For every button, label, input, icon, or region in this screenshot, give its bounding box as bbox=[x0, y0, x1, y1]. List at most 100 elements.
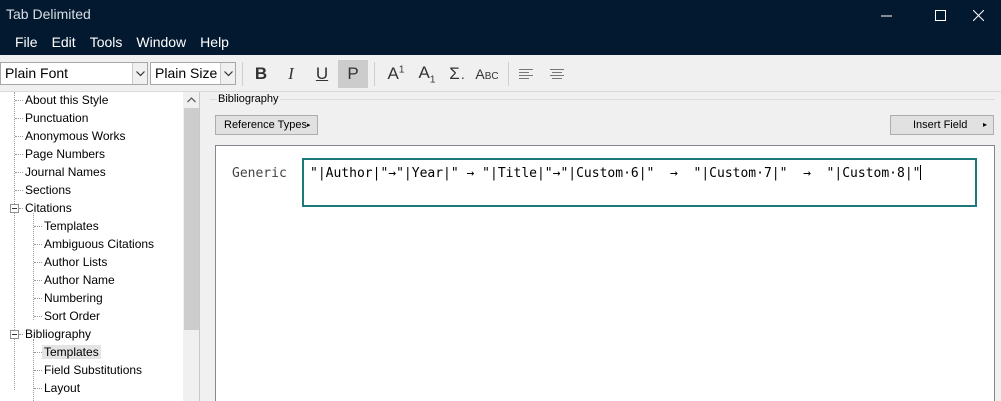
superscript-icon: A1 bbox=[387, 64, 405, 83]
tree-item-about-this-style[interactable]: About this Style bbox=[25, 92, 108, 109]
toolbar-separator bbox=[242, 62, 243, 86]
collapse-bibliography-icon[interactable] bbox=[10, 330, 19, 339]
collapse-citations-icon[interactable] bbox=[10, 204, 19, 213]
menu-file[interactable]: File bbox=[8, 30, 45, 55]
subscript-button[interactable]: A1 bbox=[412, 60, 442, 88]
tree-item-numbering[interactable]: Numbering bbox=[44, 289, 103, 307]
style-tree: About this Style Punctuation Anonymous W… bbox=[0, 92, 200, 401]
tree-item-punctuation[interactable]: Punctuation bbox=[25, 109, 88, 127]
menu-edit[interactable]: Edit bbox=[45, 30, 83, 55]
align-center-icon bbox=[550, 69, 564, 79]
subscript-icon: A1 bbox=[418, 62, 436, 86]
toolbar-separator bbox=[508, 62, 509, 86]
tree-connector bbox=[15, 118, 23, 119]
italic-icon: I bbox=[288, 64, 294, 83]
tree-connector bbox=[34, 388, 42, 389]
tree-scrollbar[interactable] bbox=[183, 92, 199, 401]
caret-right-icon: ▸ bbox=[306, 122, 311, 129]
bibliography-panel: Bibliography Reference Types▸ Insert Fie… bbox=[206, 92, 1001, 401]
tree-item-bibliography-templates[interactable]: Templates bbox=[42, 343, 101, 361]
tree-connector bbox=[15, 136, 23, 137]
tree-connector bbox=[34, 262, 42, 263]
size-dropdown-button[interactable] bbox=[220, 63, 235, 84]
tree-item-field-substitutions[interactable]: Field Substitutions bbox=[44, 361, 142, 379]
tree-connector bbox=[34, 316, 42, 317]
tree-connector bbox=[19, 208, 23, 209]
close-icon bbox=[972, 9, 984, 21]
symbol-button[interactable]: Σ. bbox=[442, 60, 472, 88]
size-select-value: Plain Size bbox=[155, 65, 218, 81]
tree-item-citations-templates[interactable]: Templates bbox=[44, 217, 99, 235]
align-left-icon bbox=[519, 69, 533, 79]
group-title: Bibliography bbox=[217, 93, 280, 105]
minimize-icon bbox=[880, 15, 892, 16]
underline-icon: U bbox=[315, 64, 329, 83]
plain-icon: P bbox=[347, 64, 359, 83]
group-divider bbox=[210, 99, 995, 100]
chevron-down-icon bbox=[223, 70, 233, 76]
menu-help[interactable]: Help bbox=[193, 30, 236, 55]
underline-button[interactable]: U bbox=[307, 60, 337, 88]
tree-item-bibliography[interactable]: Bibliography bbox=[25, 325, 91, 343]
tree-item-citations[interactable]: Citations bbox=[25, 199, 72, 217]
font-dropdown-button[interactable] bbox=[132, 63, 147, 84]
bold-icon: B bbox=[254, 64, 268, 83]
window-title: Tab Delimited bbox=[6, 6, 91, 22]
chevron-up-icon bbox=[187, 97, 196, 103]
title-bar: Tab Delimited bbox=[0, 0, 1001, 30]
menu-window[interactable]: Window bbox=[129, 30, 193, 55]
tree-item-journal-names[interactable]: Journal Names bbox=[25, 163, 106, 181]
template-editor[interactable]: Generic "|Author|"→"|Year|" → "|Title|"→… bbox=[215, 145, 995, 401]
size-select[interactable]: Plain Size bbox=[150, 62, 236, 85]
tree-item-sections[interactable]: Sections bbox=[25, 181, 71, 199]
maximize-icon bbox=[934, 9, 946, 21]
chevron-down-icon bbox=[135, 70, 145, 76]
tree-connector bbox=[34, 298, 42, 299]
tree-connector bbox=[15, 100, 23, 101]
insert-field-label: Insert Field bbox=[913, 119, 968, 131]
tree-item-ambiguous-citations[interactable]: Ambiguous Citations bbox=[44, 235, 154, 253]
font-select-value: Plain Font bbox=[5, 65, 69, 81]
insert-field-button[interactable]: Insert Field ▸ bbox=[890, 115, 994, 135]
italic-button[interactable]: I bbox=[276, 60, 306, 88]
reference-types-button[interactable]: Reference Types▸ bbox=[215, 115, 318, 135]
tree-connector bbox=[34, 280, 42, 281]
template-field-input[interactable]: "|Author|"→"|Year|" → "|Title|"→"|Custom… bbox=[302, 158, 977, 207]
align-center-button[interactable] bbox=[542, 60, 572, 88]
close-button[interactable] bbox=[955, 0, 1001, 30]
tree-item-layout[interactable]: Layout bbox=[44, 379, 80, 397]
align-left-button[interactable] bbox=[511, 60, 541, 88]
tree-connector bbox=[15, 154, 23, 155]
small-caps-icon: ABC bbox=[475, 66, 499, 82]
tree-item-page-numbers[interactable]: Page Numbers bbox=[25, 145, 105, 163]
font-select[interactable]: Plain Font bbox=[0, 62, 148, 85]
tree-item-sort-order[interactable]: Sort Order bbox=[44, 307, 100, 325]
superscript-button[interactable]: A1 bbox=[381, 60, 411, 88]
small-caps-button[interactable]: ABC bbox=[470, 60, 504, 88]
menu-tools[interactable]: Tools bbox=[83, 30, 130, 55]
tree-connector bbox=[34, 352, 42, 353]
plain-button[interactable]: P bbox=[338, 60, 368, 88]
tree-item-author-name[interactable]: Author Name bbox=[44, 271, 115, 289]
tree-connector bbox=[15, 172, 23, 173]
caret-right-icon: ▸ bbox=[982, 120, 987, 129]
tree-connector bbox=[34, 370, 42, 371]
tree-connector bbox=[15, 190, 23, 191]
text-caret bbox=[920, 165, 922, 180]
reference-types-label: Reference Types bbox=[224, 119, 307, 131]
scroll-up-button[interactable] bbox=[183, 92, 199, 108]
tree-connector bbox=[34, 226, 42, 227]
minimize-button[interactable] bbox=[863, 0, 909, 30]
tree-connector bbox=[33, 213, 34, 320]
template-text: "|Author|"→"|Year|" → "|Title|"→"|Custom… bbox=[310, 166, 921, 181]
tree-item-anonymous-works[interactable]: Anonymous Works bbox=[25, 127, 125, 145]
tree-connector bbox=[34, 244, 42, 245]
scrollbar-thumb[interactable] bbox=[184, 108, 199, 330]
tree-connector bbox=[19, 334, 23, 335]
menu-bar: File Edit Tools Window Help bbox=[0, 30, 1001, 55]
symbol-icon: Σ bbox=[449, 64, 460, 83]
toolbar-separator bbox=[374, 62, 375, 86]
tree-item-author-lists[interactable]: Author Lists bbox=[44, 253, 107, 271]
bold-button[interactable]: B bbox=[246, 60, 276, 88]
reference-type-label: Generic bbox=[232, 166, 287, 181]
